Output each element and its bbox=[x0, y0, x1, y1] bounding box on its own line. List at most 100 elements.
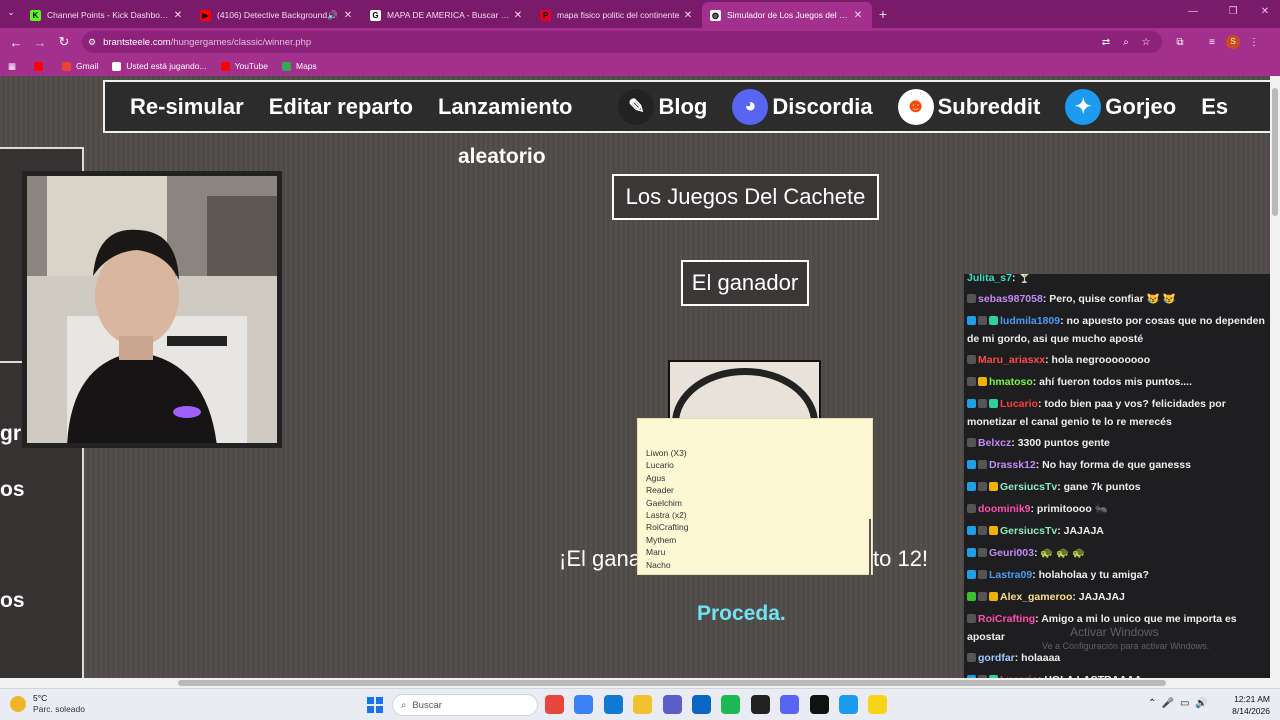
chat-username[interactable]: RoiCrafting bbox=[978, 613, 1035, 625]
browser-tab[interactable]: ▶ (4106) Detective Background 🔊 ✕ bbox=[192, 2, 362, 28]
clock[interactable]: 12:21 AM 8/14/2026 bbox=[1222, 693, 1270, 717]
badge-icon bbox=[978, 377, 987, 386]
time: 12:21 AM bbox=[1234, 694, 1270, 704]
taskbar-app-icon[interactable] bbox=[750, 695, 770, 714]
windows-activation-hint: Ve a Configuración para activar Windows. bbox=[1042, 641, 1210, 651]
menu-icon[interactable]: ⋮ bbox=[1244, 37, 1264, 48]
horizontal-scrollbar[interactable] bbox=[0, 678, 1270, 688]
bookmark-item[interactable]: Maps bbox=[281, 61, 317, 71]
chat-username[interactable]: hmatoso bbox=[989, 376, 1033, 388]
tab-close-icon[interactable]: ✕ bbox=[512, 10, 524, 21]
nav-link-lanzamiento[interactable]: Lanzamiento bbox=[438, 94, 572, 120]
apps-grid-icon[interactable]: ▦ bbox=[8, 61, 16, 72]
nav-link-editarreparto[interactable]: Editar reparto bbox=[269, 94, 413, 120]
new-tab-button[interactable]: + bbox=[872, 2, 894, 28]
chat-badges bbox=[967, 590, 1000, 607]
close-window-icon[interactable]: ✕ bbox=[1250, 6, 1280, 17]
chat-username[interactable]: Alex_gameroo bbox=[1000, 591, 1072, 603]
badge-icon bbox=[989, 526, 998, 535]
winner-announcement-end: to 12! bbox=[873, 546, 929, 571]
taskbar-search[interactable]: ⌕ Buscar bbox=[392, 694, 538, 716]
bookmark-item[interactable] bbox=[34, 61, 48, 71]
proceed-link[interactable]: Proceda. bbox=[697, 602, 786, 626]
taskbar-app-icon[interactable] bbox=[662, 695, 682, 714]
minimize-icon[interactable]: — bbox=[1178, 6, 1208, 17]
nav-link-discordia[interactable]: ◕ Discordia bbox=[732, 88, 873, 125]
windows-activation-watermark: Activar Windows bbox=[1070, 625, 1159, 639]
bookmark-item[interactable]: Gmail bbox=[62, 61, 98, 71]
tab-search-icon[interactable]: ⌄ bbox=[4, 7, 18, 18]
nav-label: Lanzamiento bbox=[437, 93, 573, 119]
extensions-icon[interactable]: ⧉ bbox=[1170, 37, 1190, 48]
browser-tab[interactable]: K Channel Points - Kick Dashboard ✕ bbox=[22, 2, 192, 28]
nav-link-es[interactable]: Es bbox=[1201, 94, 1228, 120]
back-icon[interactable]: ← bbox=[4, 35, 28, 50]
nav-link-subreddit[interactable]: ☻ Subreddit bbox=[897, 88, 1040, 125]
chat-username[interactable]: gordfar bbox=[978, 652, 1015, 664]
vertical-scrollbar[interactable] bbox=[1270, 76, 1280, 688]
taskbar-app-icon[interactable] bbox=[868, 695, 888, 714]
tabs: K Channel Points - Kick Dashboard ✕ ▶ (4106)… bbox=[22, 2, 872, 28]
bookmark-star-icon[interactable]: ☆ bbox=[1136, 37, 1156, 48]
bookmark-item[interactable]: Usted está jugando... bbox=[112, 61, 207, 71]
tooltip-scrollbar[interactable] bbox=[869, 519, 871, 575]
tab-title: mapa fisico politic del continente bbox=[557, 10, 680, 20]
chat-username[interactable]: Lastra09 bbox=[989, 569, 1032, 581]
audio-icon[interactable]: 🔊 bbox=[327, 10, 338, 21]
nav-link-lanzamiento-cont[interactable]: aleatorio bbox=[458, 145, 546, 169]
address-bar[interactable]: ⚙ brantsteele.com/hungergames/classic/wi… bbox=[82, 31, 1162, 53]
browser-tab[interactable]: Pmapa fisico politic del continente ✕ bbox=[532, 2, 702, 28]
taskbar-app-icon[interactable] bbox=[574, 695, 594, 714]
taskbar-app-icon[interactable] bbox=[545, 695, 564, 714]
taskbar-app-icon[interactable] bbox=[809, 695, 829, 714]
start-button[interactable] bbox=[367, 697, 383, 713]
weather-widget[interactable]: 5°C Parc. soleado bbox=[10, 693, 85, 715]
maximize-icon[interactable]: ❐ bbox=[1218, 6, 1248, 17]
badge-icon bbox=[978, 460, 987, 469]
forward-icon[interactable]: → bbox=[28, 35, 52, 50]
game-title: Los Juegos Del Cachete bbox=[612, 174, 879, 220]
taskbar-app-icon[interactable] bbox=[780, 695, 800, 714]
chat-username[interactable]: GersiucsTv bbox=[1000, 481, 1057, 493]
tab-close-icon[interactable]: ✕ bbox=[172, 10, 184, 21]
chat-username[interactable]: Lucario bbox=[1000, 398, 1038, 410]
zoom-icon[interactable]: ⌕ bbox=[1116, 37, 1136, 48]
profile-avatar[interactable]: S bbox=[1226, 35, 1240, 49]
system-tray[interactable]: ⌃ 🎤 ▭ 🔊 bbox=[1148, 698, 1207, 709]
browser-tab[interactable]: G MAPA DE AMERICA - Buscar con Google✕ bbox=[362, 2, 532, 28]
chat-message: Belxcz: 3300 puntos gente bbox=[964, 433, 1280, 455]
chat-username[interactable]: Julita_s7 bbox=[967, 274, 1012, 284]
chat-username[interactable]: doominik9 bbox=[978, 503, 1031, 515]
winner-avatar bbox=[668, 360, 821, 422]
chat-username[interactable]: sebas987058 bbox=[978, 293, 1043, 305]
translate-icon[interactable]: ⇄ bbox=[1096, 37, 1116, 48]
site-info-icon[interactable]: ⚙ bbox=[88, 37, 96, 48]
nav-link-blog[interactable]: ✎ Blog bbox=[618, 88, 707, 125]
taskbar-app-icon[interactable] bbox=[692, 695, 711, 714]
bookmark-item[interactable]: YouTube bbox=[220, 61, 268, 71]
chat-username[interactable]: Belxcz bbox=[978, 437, 1011, 449]
reading-list-icon[interactable]: ≡ bbox=[1202, 37, 1222, 48]
tab-title: Simulador de Los Juegos del Hambre bbox=[727, 10, 852, 20]
reload-icon[interactable]: ↻ bbox=[52, 34, 76, 50]
chat-username[interactable]: Maru_ariasxx bbox=[978, 354, 1045, 366]
taskbar-app-icon[interactable] bbox=[633, 695, 653, 714]
taskbar-app-icon[interactable] bbox=[603, 695, 623, 714]
chat-badges bbox=[967, 568, 989, 585]
tab-close-icon[interactable]: ✕ bbox=[852, 10, 864, 21]
nav-link-gorjeo[interactable]: ✦ Gorjeo bbox=[1065, 88, 1176, 125]
chat-text: : 🍸 bbox=[1011, 274, 1032, 284]
chat-username[interactable]: ludmila1809 bbox=[1000, 315, 1060, 327]
chat-username[interactable]: GersiucsTv bbox=[1000, 525, 1057, 537]
chat-username[interactable]: Geuri003 bbox=[989, 547, 1034, 559]
taskbar-app-icon[interactable] bbox=[721, 695, 741, 714]
tab-close-icon[interactable]: ✕ bbox=[682, 10, 694, 21]
bookmark-label: Usted está jugando... bbox=[126, 61, 207, 71]
tab-close-icon[interactable]: ✕ bbox=[342, 10, 354, 21]
taskbar-app-icon[interactable] bbox=[839, 695, 858, 714]
nav-link-resimular[interactable]: Re-simular bbox=[130, 94, 244, 120]
bookmark-favicon bbox=[220, 61, 230, 71]
badge-icon bbox=[967, 355, 976, 364]
chat-username[interactable]: Drassk12 bbox=[989, 459, 1036, 471]
browser-tab[interactable]: ◍ Simulador de Los Juegos del Hambre✕ bbox=[702, 2, 872, 28]
